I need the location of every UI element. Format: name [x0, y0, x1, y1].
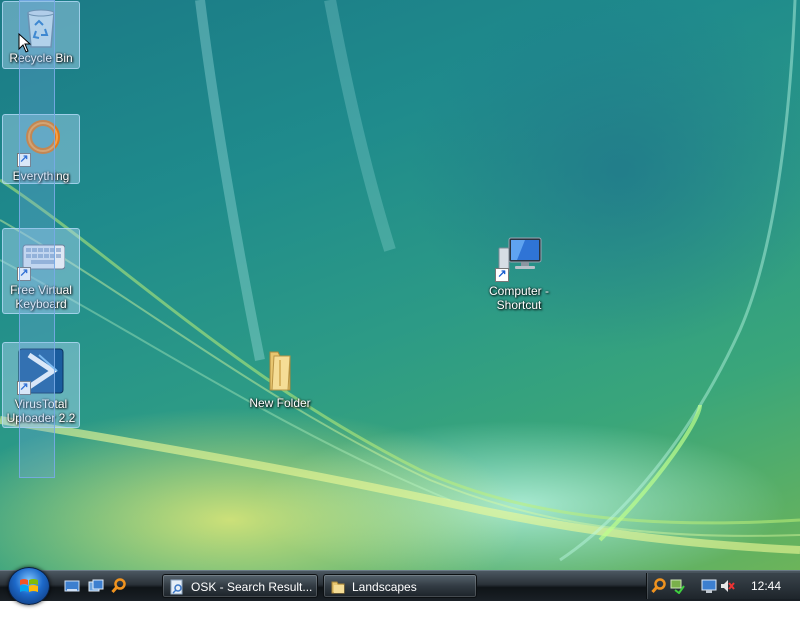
desktop-icon-computer-shortcut[interactable]: ↗ Computer - Shortcut — [481, 230, 557, 314]
computer-icon: ↗ — [495, 234, 543, 282]
taskbar: OSK - Search Result... Landscapes 12:44 … — [0, 567, 800, 619]
folder-icon — [256, 346, 304, 394]
clock[interactable]: 12:44 PM — [751, 573, 800, 625]
taskbar-button-landscapes[interactable]: Landscapes — [323, 574, 477, 598]
switch-windows-icon[interactable] — [88, 578, 104, 594]
mouse-cursor-icon — [18, 33, 32, 53]
search-icon[interactable] — [111, 578, 127, 594]
desktop-icon-label: New Folder — [249, 396, 311, 410]
wallpaper-waves — [0, 0, 800, 562]
volume-muted-icon[interactable] — [719, 578, 735, 594]
taskbar-button-osk-search[interactable]: OSK - Search Result... — [162, 574, 318, 598]
windows-logo-icon — [20, 579, 38, 592]
display-icon[interactable] — [701, 578, 717, 594]
search-results-icon — [170, 579, 183, 595]
start-button[interactable] — [8, 567, 50, 605]
taskbar-button-label: OSK - Search Result... — [191, 580, 313, 594]
desktop-icon-label: Computer - Shortcut — [488, 284, 550, 312]
folder-icon — [331, 581, 345, 594]
system-tray: 12:44 PM — [646, 573, 800, 619]
desktop-icon-new-folder[interactable]: New Folder — [242, 342, 318, 412]
search-tray-icon[interactable] — [651, 578, 667, 594]
shortcut-arrow-icon: ↗ — [495, 268, 509, 282]
taskbar-button-label: Landscapes — [352, 580, 417, 594]
selection-rectangle — [19, 0, 55, 478]
show-desktop-icon[interactable] — [64, 578, 80, 594]
desktop[interactable]: Recycle Bin ↗ Everything ↗ Free Virtual … — [0, 0, 800, 570]
network-icon[interactable] — [669, 578, 685, 594]
